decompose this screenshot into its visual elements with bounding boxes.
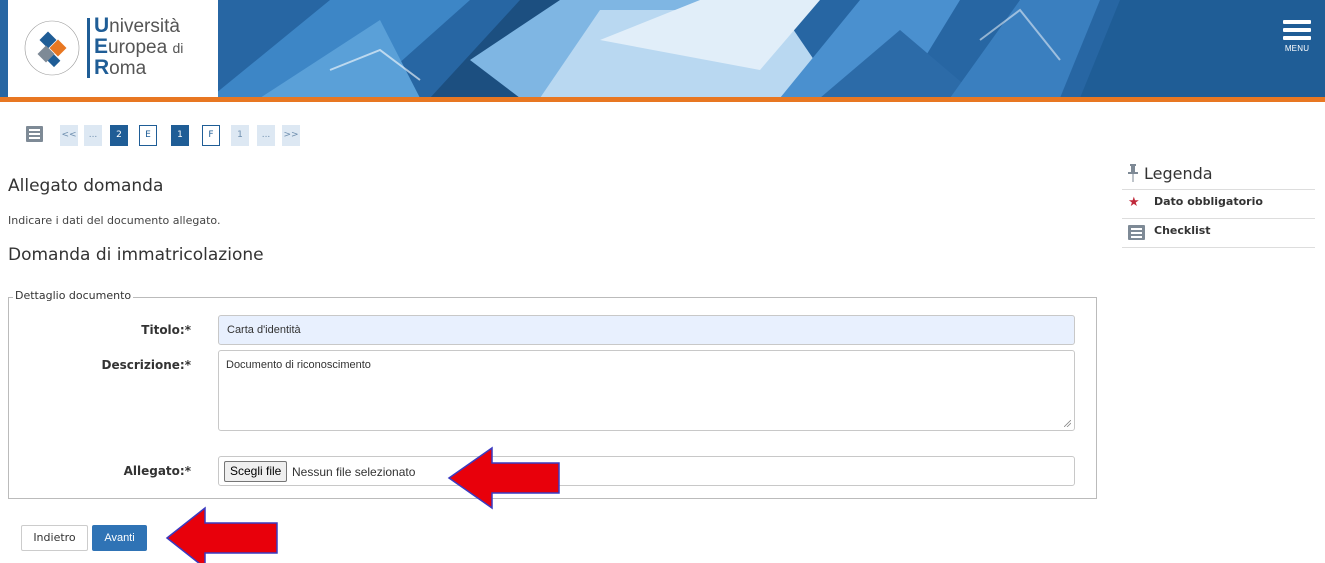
university-logo[interactable]: Università Europea di Roma bbox=[8, 0, 218, 97]
menu-label: MENU bbox=[1284, 44, 1310, 53]
descrizione-label: Descrizione:* bbox=[101, 358, 191, 372]
logo-divider bbox=[87, 18, 90, 78]
descrizione-value: Documento di riconoscimento bbox=[226, 359, 371, 371]
page-title: Allegato domanda bbox=[8, 176, 164, 196]
choose-file-button[interactable]: Scegli file bbox=[224, 461, 288, 482]
star-icon: ★ bbox=[1128, 195, 1140, 210]
checklist-icon bbox=[1128, 225, 1145, 240]
pager-step-e[interactable]: E bbox=[139, 125, 157, 146]
pager-ellipsis-left: ... bbox=[84, 125, 102, 146]
hamburger-icon bbox=[1283, 20, 1311, 40]
arrow-annotation-next bbox=[165, 506, 278, 563]
file-status-text: Nessun file selezionato bbox=[292, 465, 416, 479]
page-subtitle: Indicare i dati del documento allegato. bbox=[8, 214, 221, 227]
pager-step-f[interactable]: F bbox=[202, 125, 220, 146]
titolo-input[interactable]: Carta d'identità bbox=[218, 315, 1075, 345]
allegato-file-input[interactable]: Scegli file Nessun file selezionato bbox=[218, 456, 1075, 486]
legend-item-required: ★ Dato obbligatorio bbox=[1122, 190, 1315, 219]
pager-last[interactable]: >> bbox=[282, 125, 300, 146]
university-seal-icon bbox=[24, 20, 80, 76]
legend-panel: Legenda ★ Dato obbligatorio Checklist bbox=[1122, 162, 1315, 248]
section-title: Domanda di immatricolazione bbox=[8, 245, 264, 265]
logo-wordmark: Università Europea di Roma bbox=[94, 14, 184, 79]
pushpin-icon bbox=[1128, 164, 1138, 182]
titolo-label: Titolo:* bbox=[141, 323, 191, 337]
pager-step-1-next[interactable]: 1 bbox=[231, 125, 249, 146]
pager-step-2[interactable]: 2 bbox=[110, 125, 128, 146]
legend-title: Legenda bbox=[1122, 162, 1315, 190]
arrow-annotation-file bbox=[447, 446, 560, 510]
checklist-icon[interactable] bbox=[26, 126, 43, 142]
next-button[interactable]: Avanti bbox=[92, 525, 147, 551]
legend-item-checklist: Checklist bbox=[1122, 219, 1315, 248]
fieldset-legend: Dettaglio documento bbox=[13, 289, 134, 302]
pager-ellipsis-right: ... bbox=[257, 125, 275, 146]
allegato-label: Allegato:* bbox=[123, 464, 191, 478]
pager-first[interactable]: << bbox=[60, 125, 78, 146]
descrizione-textarea[interactable]: Documento di riconoscimento bbox=[218, 350, 1075, 431]
pager-step-1-current[interactable]: 1 bbox=[171, 125, 189, 146]
site-header: Università Europea di Roma MENU bbox=[0, 0, 1325, 102]
resize-handle-icon[interactable] bbox=[1064, 420, 1071, 427]
back-button[interactable]: Indietro bbox=[21, 525, 88, 551]
header-accent-line bbox=[0, 97, 1325, 102]
menu-button[interactable]: MENU bbox=[1283, 20, 1311, 60]
